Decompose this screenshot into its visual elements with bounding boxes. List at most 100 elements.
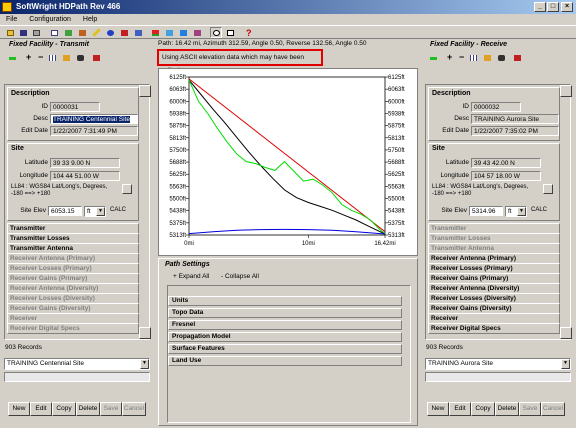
binoculars-icon[interactable] — [495, 52, 507, 63]
series-line-0 — [188, 78, 386, 233]
map-icon[interactable] — [62, 27, 74, 38]
edit-button[interactable]: Edit — [30, 402, 52, 416]
list-item[interactable]: Receiver Digital Specs — [428, 323, 560, 334]
y-tick-label: 5438ft — [388, 209, 405, 215]
receive-component-list: Transmitter Transmitter Losses Transmitt… — [428, 223, 562, 339]
datum-button[interactable] — [122, 184, 132, 194]
transmit-description-box: Description ID 0000031 Desc TRAINING Cen… — [7, 87, 139, 141]
path-icon[interactable] — [427, 52, 439, 63]
new-button[interactable]: New — [8, 402, 30, 416]
menu-file[interactable]: File — [6, 16, 17, 23]
print-icon[interactable] — [30, 27, 42, 38]
new-button[interactable]: New — [427, 402, 449, 416]
expand-all-link[interactable]: + Expand All — [173, 273, 209, 280]
collapse-all-link[interactable]: - Collapse All — [221, 273, 259, 280]
delete-button[interactable]: Delete — [495, 402, 519, 416]
help-icon[interactable]: ? — [242, 27, 254, 38]
longitude-label: Longitude — [19, 172, 48, 179]
delete-button[interactable]: Delete — [76, 402, 100, 416]
minimize-button[interactable]: _ — [534, 2, 546, 12]
profile-icon[interactable] — [149, 27, 161, 38]
antenna-icon[interactable] — [104, 27, 116, 38]
setting-land-use[interactable]: Land Use — [168, 356, 402, 366]
grid-icon[interactable] — [191, 27, 203, 38]
close-button[interactable]: × — [561, 2, 573, 12]
list-icon[interactable] — [48, 27, 60, 38]
terrain-icon[interactable] — [76, 27, 88, 38]
list-item[interactable]: Receiver Digital Specs — [7, 323, 139, 334]
latitude-field[interactable]: 39 43 42.00 N — [471, 158, 541, 168]
tower-icon[interactable] — [118, 27, 130, 38]
edit-date-label: Edit Date — [442, 127, 469, 134]
copy-button[interactable]: Copy — [52, 402, 76, 416]
id-field[interactable]: 0000031 — [50, 102, 100, 112]
datum-text: LL84 : WGS84 Lat/Long's, Degrees, -180 =… — [11, 184, 108, 197]
cancel-button[interactable]: Cancel — [122, 402, 146, 416]
add-icon[interactable]: + — [443, 52, 455, 63]
datum-button[interactable] — [543, 184, 553, 194]
elev-unit-select[interactable]: ft ▼ — [84, 206, 106, 217]
save-button[interactable]: Save — [100, 402, 122, 416]
binoculars-icon[interactable] — [74, 52, 86, 63]
receive-panel: Fixed Facility - Receive + − Description… — [423, 40, 573, 428]
y-tick-label: 6125ft — [388, 75, 405, 81]
edit-date-field[interactable]: 1/22/2007 7:35:02 PM — [471, 126, 559, 136]
elev-unit-select[interactable]: ft ▼ — [505, 206, 527, 217]
filter-icon[interactable] — [60, 52, 72, 63]
maximize-button[interactable]: □ — [547, 2, 559, 12]
site-elev-field[interactable]: 5314.96 — [469, 206, 503, 216]
link-icon[interactable] — [132, 27, 144, 38]
chart-icon[interactable] — [163, 27, 175, 38]
y-tick-label: 5563ft — [169, 184, 186, 190]
copy-button[interactable]: Copy — [471, 402, 495, 416]
path-icon[interactable] — [6, 52, 18, 63]
pencil-icon[interactable] — [90, 27, 102, 38]
horizontal-scrollbar[interactable] — [425, 372, 571, 382]
y-tick-label: 5375ft — [388, 221, 405, 227]
desc-field[interactable]: TRAINING Aurora Site — [471, 114, 559, 124]
scroll-down-button[interactable] — [560, 327, 572, 339]
report-icon[interactable] — [177, 27, 189, 38]
filter-icon[interactable] — [481, 52, 493, 63]
setting-surface-features[interactable]: Surface Features — [168, 344, 402, 354]
site-select[interactable]: TRAINING Centennial Site ▼ — [4, 358, 150, 370]
menu-configuration[interactable]: Configuration — [29, 16, 71, 23]
id-field[interactable]: 0000032 — [471, 102, 521, 112]
longitude-field[interactable]: 104 44 51.00 W — [50, 171, 120, 181]
scroll-down-button[interactable] — [139, 327, 151, 339]
longitude-field[interactable]: 104 57 18.00 W — [471, 171, 541, 181]
add-icon[interactable]: + — [22, 52, 34, 63]
edit-button[interactable]: Edit — [449, 402, 471, 416]
calc-button[interactable]: CALC — [110, 207, 126, 213]
clear-filter-icon[interactable] — [511, 52, 523, 63]
path-info: Path: 16.42 mi, Azimuth 312.59, Angle 0.… — [158, 40, 367, 47]
horizontal-scrollbar[interactable] — [4, 372, 150, 382]
remove-icon[interactable]: − — [455, 52, 467, 63]
columns-icon[interactable] — [46, 52, 58, 63]
scroll-up-button[interactable] — [139, 85, 151, 97]
setting-propagation-model[interactable]: Propagation Model — [168, 332, 402, 342]
columns-icon[interactable] — [467, 52, 479, 63]
site-select[interactable]: TRAINING Aurora Site ▼ — [425, 358, 571, 370]
setting-fresnel[interactable]: Fresnel — [168, 320, 402, 330]
latitude-field[interactable]: 39 33 9.00 N — [50, 158, 120, 168]
save-icon[interactable] — [17, 27, 29, 38]
transmit-component-list: Transmitter Transmitter Losses Transmitt… — [7, 223, 141, 339]
setting-topo-data[interactable]: Topo Data — [168, 308, 402, 318]
remove-icon[interactable]: − — [34, 52, 46, 63]
edit-date-field[interactable]: 1/22/2007 7:31:49 PM — [50, 126, 138, 136]
save-button[interactable]: Save — [519, 402, 541, 416]
copy-icon[interactable] — [224, 27, 236, 38]
zoom-icon[interactable] — [210, 27, 222, 38]
y-tick-label: 5563ft — [388, 184, 405, 190]
calc-button[interactable]: CALC — [531, 207, 547, 213]
open-icon[interactable] — [4, 27, 16, 38]
site-elev-field[interactable]: 6053.15 — [48, 206, 82, 216]
path-settings-panel: Path Settings + Expand All - Collapse Al… — [158, 258, 418, 426]
scroll-up-button[interactable] — [560, 85, 572, 97]
menu-help[interactable]: Help — [83, 16, 97, 23]
cancel-button[interactable]: Cancel — [541, 402, 565, 416]
clear-filter-icon[interactable] — [90, 52, 102, 63]
desc-field[interactable]: TRAINING Centennial Site — [50, 114, 138, 124]
setting-units[interactable]: Units — [168, 296, 402, 306]
